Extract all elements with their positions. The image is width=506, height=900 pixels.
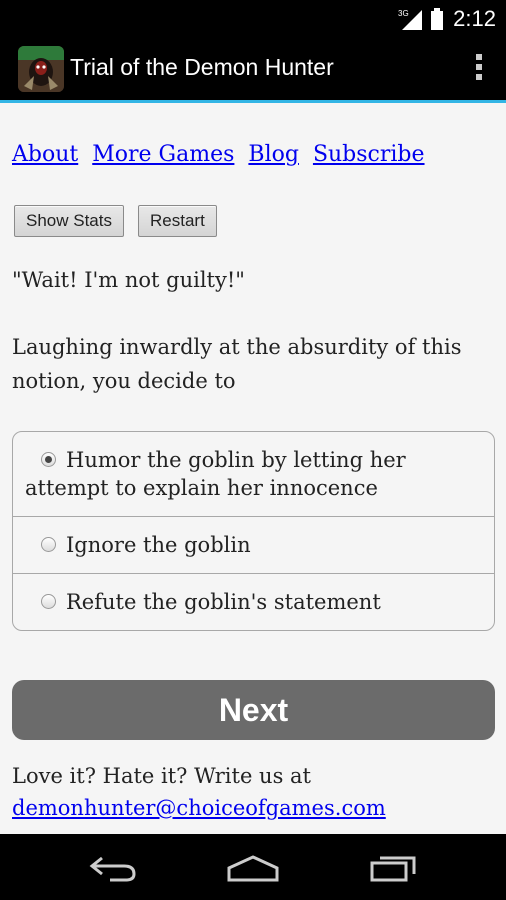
more-games-link[interactable]: More Games	[92, 142, 234, 167]
signal-3g-icon: 3G	[398, 9, 422, 30]
choice-label: Ignore the goblin	[66, 533, 251, 557]
contact-footer: Love it? Hate it? Write us at demonhunte…	[12, 760, 386, 824]
choice-label: Refute the goblin's statement	[66, 590, 381, 614]
back-icon[interactable]	[88, 854, 138, 882]
status-bar: 3G 2:12	[0, 0, 506, 38]
story-narration: Laughing inwardly at the absurdity of th…	[12, 335, 462, 393]
contact-email-link[interactable]: demonhunter@choiceofgames.com	[12, 796, 386, 820]
radio-selected-icon[interactable]	[41, 452, 56, 467]
about-link[interactable]: About	[12, 142, 78, 167]
network-type-label: 3G	[398, 9, 409, 18]
show-stats-button[interactable]: Show Stats	[14, 205, 124, 237]
nav-links: About More Games Blog Subscribe	[12, 142, 439, 167]
radio-icon[interactable]	[41, 537, 56, 552]
game-controls: Show Stats Restart	[14, 205, 231, 237]
story-quote: "Wait! I'm not guilty!"	[12, 268, 245, 292]
app-title: Trial of the Demon Hunter	[70, 54, 334, 80]
next-button[interactable]: Next	[12, 680, 495, 740]
status-time: 2:12	[453, 6, 496, 31]
radio-icon[interactable]	[41, 594, 56, 609]
action-bar: Trial of the Demon Hunter	[0, 38, 506, 103]
subscribe-link[interactable]: Subscribe	[313, 142, 425, 167]
choice-option-refute[interactable]: Refute the goblin's statement	[13, 573, 494, 630]
battery-icon	[431, 8, 443, 30]
home-icon[interactable]	[225, 854, 281, 882]
choice-label: Humor the goblin by letting her attempt …	[25, 448, 406, 500]
contact-prompt: Love it? Hate it? Write us at	[12, 764, 311, 788]
blog-link[interactable]: Blog	[248, 142, 299, 167]
demon-hunter-icon[interactable]	[18, 46, 64, 92]
recents-icon[interactable]	[368, 854, 420, 882]
choice-option-humor[interactable]: Humor the goblin by letting her attempt …	[13, 432, 494, 516]
choice-option-ignore[interactable]: Ignore the goblin	[13, 516, 494, 573]
system-nav-bar	[0, 834, 506, 900]
choice-list: Humor the goblin by letting her attempt …	[12, 431, 495, 631]
restart-button[interactable]: Restart	[138, 205, 217, 237]
overflow-menu-icon[interactable]	[474, 54, 484, 84]
